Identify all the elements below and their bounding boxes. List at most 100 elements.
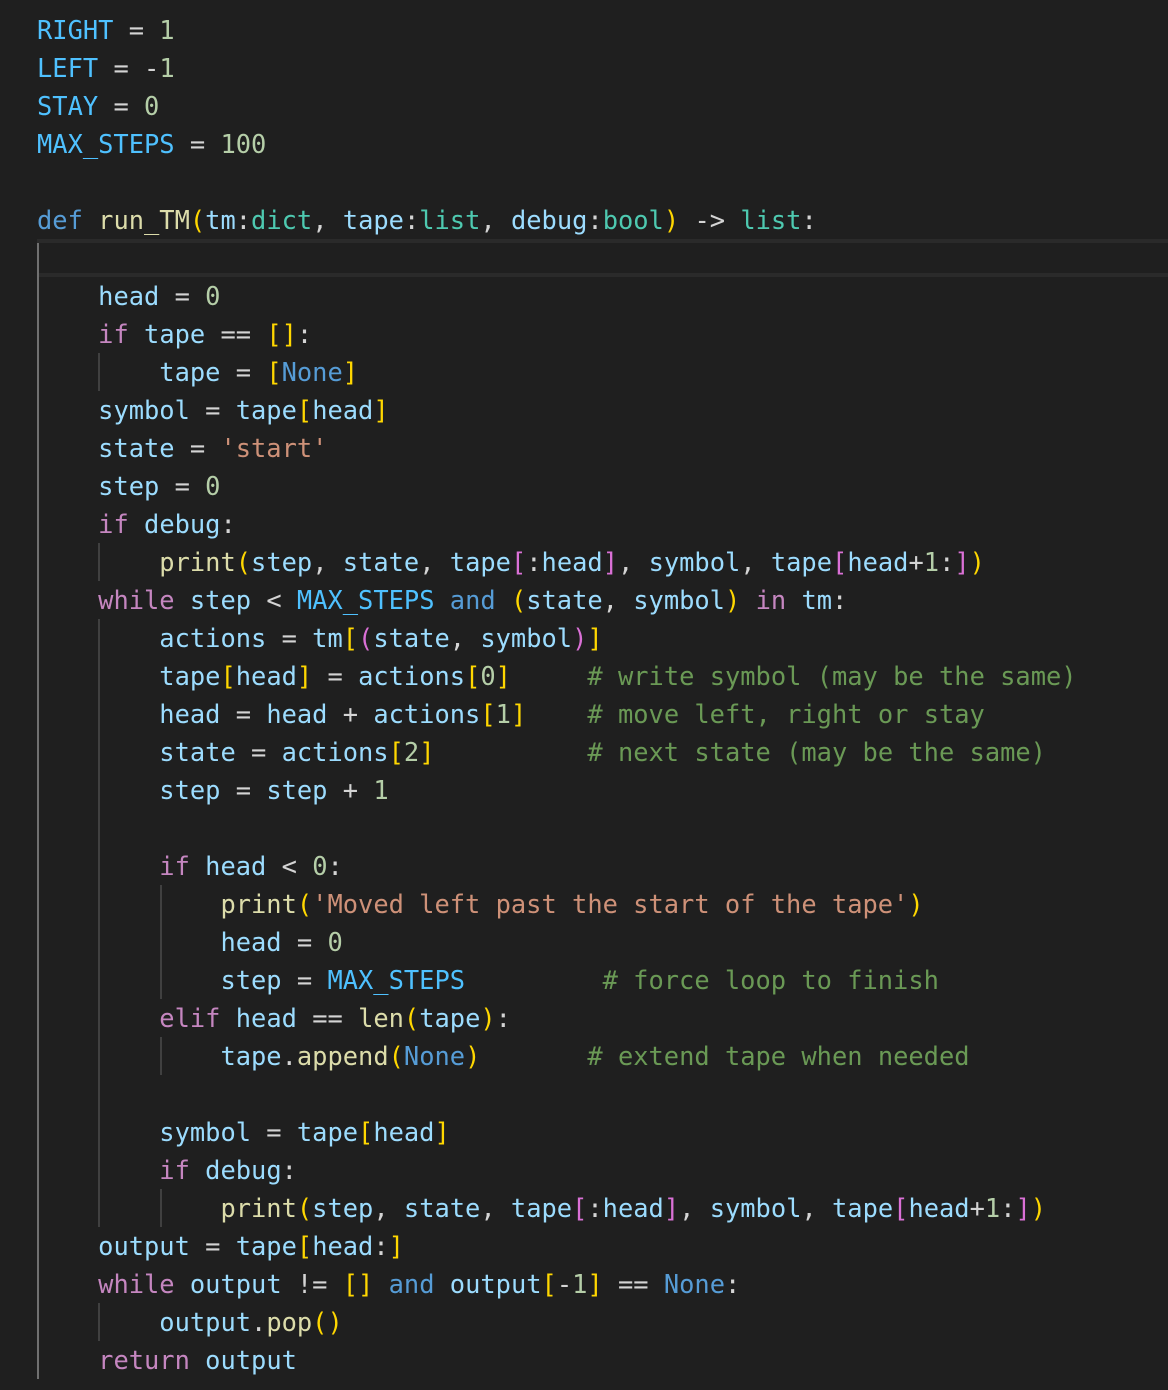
code-line[interactable]: return output bbox=[0, 1341, 1168, 1379]
operator: + bbox=[327, 775, 374, 805]
code-line[interactable]: def run_TM(tm:dict, tape:list, debug:boo… bbox=[0, 201, 1168, 239]
operator: : bbox=[725, 1269, 741, 1299]
indent-guide bbox=[37, 1075, 39, 1113]
operator: , bbox=[449, 623, 481, 653]
code-line[interactable]: print('Moved left past the start of the … bbox=[0, 885, 1168, 923]
code-line[interactable]: STAY = 0 bbox=[0, 87, 1168, 125]
code-text: return output bbox=[37, 1345, 297, 1375]
number-literal: 1 bbox=[984, 1193, 1001, 1223]
operator: = bbox=[189, 395, 236, 425]
code-line[interactable]: output.pop() bbox=[0, 1303, 1168, 1341]
code-line[interactable] bbox=[0, 1075, 1168, 1113]
comment: # move left, right or stay bbox=[587, 699, 985, 729]
code-line[interactable]: output = tape[head:] bbox=[0, 1227, 1168, 1265]
code-line[interactable]: state = actions[2] # next state (may be … bbox=[0, 733, 1168, 771]
control-keyword: if bbox=[159, 1155, 190, 1185]
control-keyword: while bbox=[98, 585, 175, 615]
code-line[interactable]: step = 0 bbox=[0, 467, 1168, 505]
number-literal: 0 bbox=[144, 91, 160, 121]
bracket: ) bbox=[572, 623, 588, 653]
code-line[interactable]: MAX_STEPS = 100 bbox=[0, 125, 1168, 163]
code-line[interactable]: head = head + actions[1] # move left, ri… bbox=[0, 695, 1168, 733]
bracket: () bbox=[312, 1307, 343, 1337]
code-editor[interactable]: RIGHT = 1 LEFT = -1 STAY = 0 MAX_STEPS = 10… bbox=[0, 11, 1168, 1379]
code-line[interactable]: print(step, state, tape[:head], symbol, … bbox=[0, 543, 1168, 581]
code-line[interactable]: elif head == len(tape): bbox=[0, 999, 1168, 1037]
number-literal: 1 bbox=[923, 547, 940, 577]
operator: = bbox=[251, 1117, 297, 1147]
code-line[interactable]: tape = [None] bbox=[0, 353, 1168, 391]
operator: + bbox=[908, 547, 924, 577]
bracket: ] bbox=[342, 357, 359, 387]
operator: : bbox=[587, 1193, 603, 1223]
code-line[interactable]: print(step, state, tape[:head], symbol, … bbox=[0, 1189, 1168, 1227]
variable: head bbox=[908, 1193, 970, 1223]
code-text: if tape == []: bbox=[37, 319, 312, 349]
indent-guide bbox=[37, 243, 39, 281]
bracket: ) bbox=[969, 547, 985, 577]
code-line[interactable]: tape[head] = actions[0] # write symbol (… bbox=[0, 657, 1168, 695]
code-line[interactable]: step = step + 1 bbox=[0, 771, 1168, 809]
keyword: None bbox=[403, 1041, 466, 1071]
code-line[interactable]: while step < MAX_STEPS and (state, symbo… bbox=[0, 581, 1168, 619]
code-text: if debug: bbox=[37, 509, 236, 539]
operator: = bbox=[189, 1231, 236, 1261]
variable: output bbox=[205, 1345, 297, 1375]
variable: tape bbox=[296, 1117, 359, 1147]
operator bbox=[496, 585, 511, 615]
code-line[interactable]: while output != [] and output[-1] == Non… bbox=[0, 1265, 1168, 1303]
operator: < bbox=[266, 851, 313, 881]
type-name: list bbox=[740, 205, 802, 235]
code-line[interactable]: head = 0 bbox=[0, 277, 1168, 315]
operator: = bbox=[174, 433, 221, 463]
code-text: step = step + 1 bbox=[37, 775, 388, 805]
code-line[interactable]: RIGHT = 1 bbox=[0, 11, 1168, 49]
code-line[interactable] bbox=[0, 163, 1168, 201]
indentation bbox=[37, 699, 159, 729]
bracket: ) bbox=[1030, 1193, 1047, 1223]
operator bbox=[480, 1041, 587, 1071]
bracket: ] bbox=[373, 395, 389, 425]
variable: symbol bbox=[98, 395, 190, 425]
code-line[interactable]: if tape == []: bbox=[0, 315, 1168, 353]
operator: . bbox=[281, 1041, 297, 1071]
variable: debug bbox=[510, 205, 588, 235]
code-text: tape[head] = actions[0] # write symbol (… bbox=[37, 661, 1077, 691]
operator bbox=[435, 1269, 450, 1299]
code-line[interactable]: state = 'start' bbox=[0, 429, 1168, 467]
keyword: None bbox=[281, 357, 343, 387]
bracket: [ bbox=[893, 1193, 909, 1223]
function-name: len bbox=[358, 1003, 404, 1033]
code-line[interactable]: LEFT = -1 bbox=[0, 49, 1168, 87]
code-line[interactable]: actions = tm[(state, symbol)] bbox=[0, 619, 1168, 657]
comment: # write symbol (may be the same) bbox=[587, 661, 1077, 691]
code-line[interactable]: step = MAX_STEPS # force loop to finish bbox=[0, 961, 1168, 999]
code-line[interactable]: if debug: bbox=[0, 505, 1168, 543]
variable: actions bbox=[281, 737, 389, 767]
operator: < bbox=[251, 585, 297, 615]
code-line[interactable]: head = 0 bbox=[0, 923, 1168, 961]
current-line[interactable] bbox=[37, 239, 1168, 281]
operator bbox=[434, 585, 449, 615]
code-line[interactable]: tape.append(None) # extend tape when nee… bbox=[0, 1037, 1168, 1075]
number-literal: 0 bbox=[205, 471, 221, 501]
code-line[interactable]: if debug: bbox=[0, 1151, 1168, 1189]
operator: = bbox=[235, 737, 282, 767]
bracket: [ bbox=[510, 547, 527, 577]
indentation bbox=[37, 509, 98, 539]
indentation bbox=[37, 851, 159, 881]
indentation bbox=[37, 1193, 220, 1223]
variable: debug bbox=[144, 509, 221, 539]
code-line[interactable]: symbol = tape[head] bbox=[0, 1113, 1168, 1151]
operator: : bbox=[801, 205, 817, 235]
code-line[interactable] bbox=[0, 809, 1168, 847]
indentation bbox=[37, 927, 220, 957]
variable: step bbox=[312, 1193, 374, 1223]
indentation bbox=[37, 775, 159, 805]
operator: : bbox=[281, 1155, 297, 1185]
code-line[interactable]: if head < 0: bbox=[0, 847, 1168, 885]
operator: , bbox=[801, 1193, 832, 1223]
code-line[interactable]: symbol = tape[head] bbox=[0, 391, 1168, 429]
control-keyword: in bbox=[755, 585, 787, 615]
operator: , bbox=[480, 1193, 511, 1223]
